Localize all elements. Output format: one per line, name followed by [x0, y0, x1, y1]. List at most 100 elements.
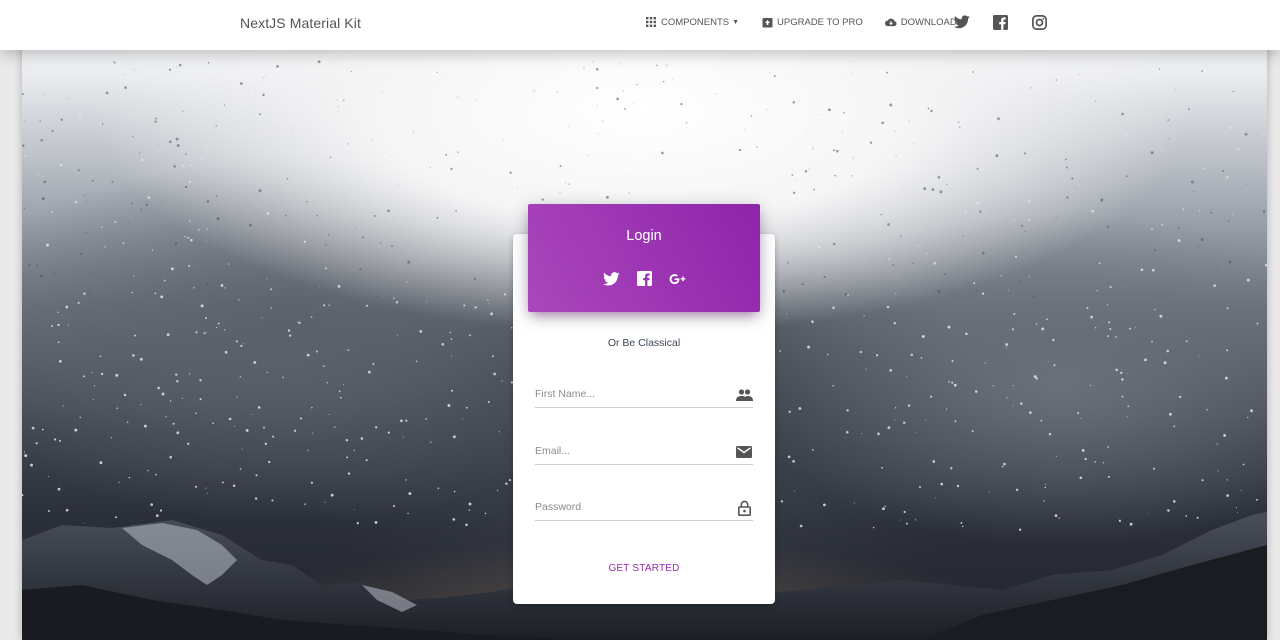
instagram-icon[interactable]: [1032, 15, 1048, 31]
star-dot: [339, 396, 342, 399]
star-dot: [596, 86, 599, 90]
star-dot: [976, 291, 978, 293]
star-dot: [1081, 448, 1085, 452]
star-dot: [927, 107, 930, 110]
star-dot: [188, 180, 191, 184]
star-dot: [323, 304, 326, 307]
star-dot: [468, 509, 471, 511]
star-dot: [287, 329, 291, 332]
nav-download-link[interactable]: Download: [884, 16, 957, 28]
star-dot: [1001, 465, 1004, 468]
nav-upgrade-link[interactable]: Upgrade to pro: [761, 16, 863, 28]
star-dot: [953, 383, 957, 387]
nav-components-dropdown[interactable]: Components ▼: [645, 16, 739, 28]
star-dot: [58, 360, 62, 363]
star-dot: [1126, 175, 1128, 178]
star-dot: [1153, 467, 1156, 470]
star-dot: [964, 210, 967, 213]
star-dot: [450, 389, 453, 392]
star-dot: [129, 116, 133, 119]
star-dot: [1140, 268, 1144, 272]
star-dot: [872, 526, 875, 529]
unarchive-icon: [761, 16, 773, 28]
password-input[interactable]: [535, 495, 725, 519]
star-dot: [389, 156, 391, 158]
star-dot: [315, 350, 318, 353]
star-dot: [1054, 294, 1057, 296]
star-dot: [1107, 259, 1109, 261]
star-dot: [832, 385, 834, 387]
star-dot: [925, 419, 927, 421]
star-dot: [266, 278, 268, 280]
star-dot: [187, 442, 190, 445]
star-dot: [241, 448, 243, 450]
star-dot: [198, 71, 201, 74]
star-dot: [338, 390, 341, 393]
star-dot: [151, 249, 154, 251]
star-dot: [1206, 409, 1208, 411]
star-dot: [490, 312, 493, 316]
star-dot: [85, 232, 88, 235]
facebook-icon[interactable]: [636, 270, 653, 287]
star-dot: [541, 198, 544, 201]
star-dot: [1041, 327, 1045, 331]
star-dot: [1095, 100, 1097, 102]
star-dot: [1226, 494, 1229, 497]
star-dot: [59, 439, 61, 442]
star-dot: [276, 124, 279, 127]
star-dot: [224, 329, 226, 331]
apps-icon: [645, 16, 657, 28]
star-dot: [1129, 522, 1133, 526]
star-dot: [41, 428, 44, 431]
star-dot: [902, 188, 905, 191]
first-name-input[interactable]: [535, 382, 725, 406]
star-dot: [844, 293, 848, 296]
star-dot: [263, 426, 265, 429]
brand-link[interactable]: NextJS Material Kit: [240, 15, 361, 31]
star-dot: [200, 158, 203, 160]
star-dot: [65, 242, 67, 244]
facebook-icon[interactable]: [993, 15, 1009, 31]
star-dot: [960, 521, 963, 524]
get-started-button[interactable]: Get started: [513, 563, 775, 574]
star-dot: [1007, 289, 1009, 291]
twitter-icon[interactable]: [954, 15, 970, 31]
email-input[interactable]: [535, 439, 725, 463]
star-dot: [270, 307, 272, 309]
top-navbar: NextJS Material Kit Components ▼ Upgrade…: [0, 0, 1280, 50]
star-dot: [132, 354, 135, 357]
star-dot: [402, 436, 404, 438]
star-dot: [1071, 177, 1074, 180]
star-dot: [437, 487, 440, 490]
star-dot: [1020, 402, 1023, 405]
star-dot: [78, 116, 82, 119]
star-dot: [259, 113, 262, 116]
star-dot: [30, 463, 33, 467]
star-dot: [894, 130, 896, 132]
star-dot: [894, 407, 897, 409]
star-dot: [129, 85, 132, 87]
star-dot: [36, 264, 39, 267]
star-dot: [959, 126, 961, 129]
cloud-download-icon: [884, 16, 897, 28]
google-plus-icon[interactable]: [669, 270, 686, 287]
twitter-icon[interactable]: [602, 270, 620, 287]
login-card-header: Login: [528, 204, 760, 312]
star-dot: [487, 400, 490, 403]
star-dot: [238, 299, 240, 301]
star-dot: [905, 522, 908, 525]
email-field: [535, 439, 753, 465]
star-dot: [971, 430, 974, 433]
star-dot: [1003, 462, 1006, 466]
star-dot: [441, 342, 445, 346]
star-dot: [463, 304, 466, 307]
star-dot: [894, 419, 896, 421]
star-dot: [773, 75, 776, 78]
star-dot: [161, 392, 165, 396]
star-dot: [1201, 479, 1204, 482]
star-dot: [1109, 251, 1111, 254]
star-dot: [833, 149, 836, 152]
star-dot: [57, 323, 60, 327]
star-dot: [944, 273, 947, 276]
star-dot: [455, 210, 457, 212]
